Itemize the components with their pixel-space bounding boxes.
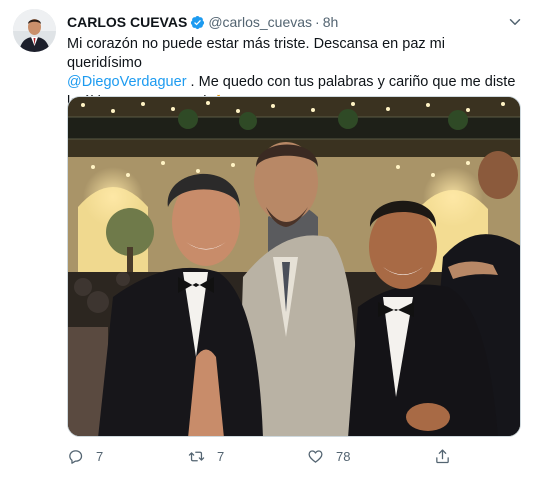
- tweet-text-part1: Mi corazón no puede estar más triste. De…: [67, 36, 445, 71]
- display-name[interactable]: CARLOS CUEVAS: [67, 14, 187, 30]
- mention-link[interactable]: @DiegoVerdaguer: [67, 74, 187, 90]
- reply-count: 7: [96, 449, 104, 464]
- heart-icon: [308, 450, 323, 463]
- handle[interactable]: @carlos_cuevas: [208, 14, 312, 30]
- retweet-count: 7: [217, 449, 225, 464]
- verified-badge-icon: [191, 15, 205, 29]
- tweet-photo[interactable]: [67, 96, 521, 437]
- separator: ·: [315, 14, 320, 30]
- avatar-image: [13, 9, 56, 52]
- retweet-icon: [188, 451, 205, 462]
- like-count: 78: [336, 449, 351, 464]
- reply-button[interactable]: 7: [67, 448, 103, 465]
- tweet-card[interactable]: CARLOS CUEVAS @carlos_cuevas · 8h Mi cor…: [0, 0, 538, 478]
- retweet-button[interactable]: 7: [188, 448, 224, 465]
- chevron-down-icon[interactable]: [506, 13, 524, 31]
- like-button[interactable]: 78: [307, 448, 350, 465]
- timestamp[interactable]: 8h: [323, 14, 339, 30]
- avatar[interactable]: [13, 9, 56, 52]
- tweet-actions: 7 7 78: [67, 448, 521, 468]
- share-icon: [436, 449, 449, 464]
- share-button[interactable]: [434, 448, 451, 465]
- tweet-header: CARLOS CUEVAS @carlos_cuevas · 8h: [67, 12, 524, 32]
- photo-image: [68, 97, 520, 436]
- reply-icon: [69, 450, 83, 464]
